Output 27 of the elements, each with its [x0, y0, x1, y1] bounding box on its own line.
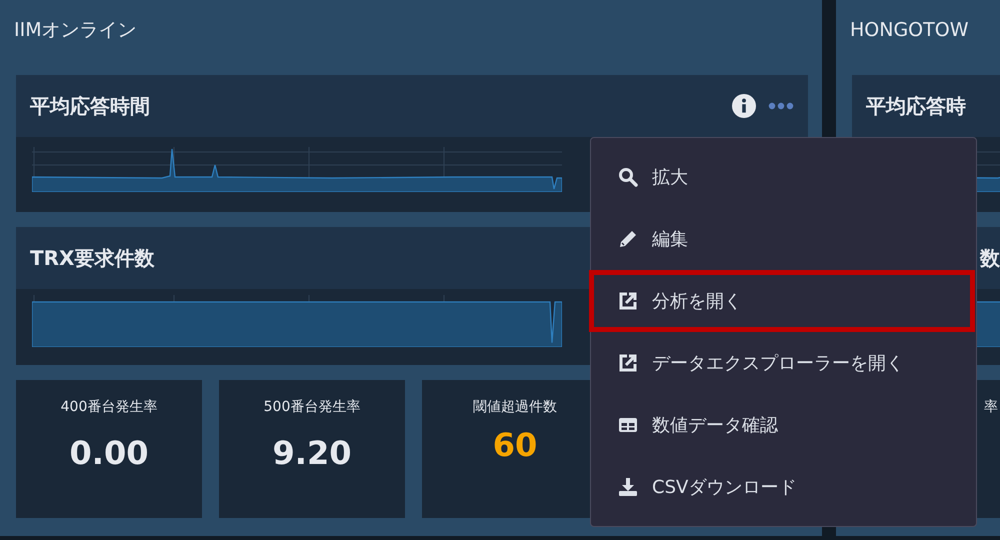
pencil-icon [618, 229, 638, 249]
stat-label: 率 [984, 398, 998, 416]
search-icon [618, 167, 638, 187]
card-title: 数 [980, 244, 1000, 272]
card-title: TRX要求件数 [30, 244, 154, 272]
external-link-icon [618, 353, 638, 373]
menu-item[interactable]: 数値データ確認 [589, 394, 975, 456]
stat-label: 500番台発生率 [264, 398, 360, 416]
stat-value: 0.00 [70, 434, 148, 472]
panel-title: HONGOTOW [850, 18, 970, 43]
stat-label: 400番台発生率 [60, 398, 158, 416]
stat-label: 閾値超過件数 [473, 398, 557, 416]
card-title: 平均応答時 [866, 92, 966, 120]
panel-title: IIMオンライン [14, 18, 138, 43]
card-title: 平均応答時間 [30, 92, 150, 120]
menu-item[interactable]: 編集 [589, 208, 975, 270]
download-icon [618, 477, 638, 497]
more-icon[interactable] [768, 102, 794, 110]
info-icon[interactable] [732, 94, 756, 118]
menu-item[interactable]: CSVダウンロード [589, 456, 975, 518]
menu-item[interactable]: データエクスプローラーを開く [589, 332, 975, 394]
external-link-icon [618, 291, 638, 311]
table-icon [618, 415, 638, 435]
menu-item[interactable]: 拡大 [589, 146, 975, 208]
stat-value: 9.20 [272, 434, 352, 472]
menu-item[interactable]: 分析を開く [589, 270, 975, 332]
stat-value: 60 [492, 426, 538, 464]
